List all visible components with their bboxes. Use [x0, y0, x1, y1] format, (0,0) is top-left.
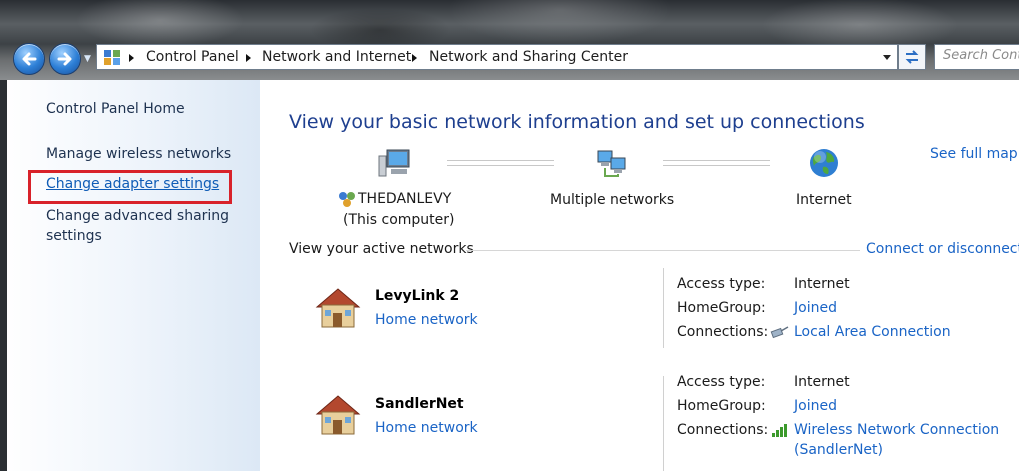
map-connector-line: [447, 160, 554, 166]
internet-label: Internet: [796, 192, 852, 208]
recent-pages-icon[interactable]: ▼: [84, 54, 91, 64]
breadcrumb-separator-icon[interactable]: [412, 54, 417, 62]
network-type-link[interactable]: Home network: [375, 420, 478, 436]
computer-icon: [378, 149, 410, 177]
network-name: LevyLink 2: [375, 288, 460, 304]
refresh-icon: [905, 50, 919, 64]
network-name: SandlerNet: [375, 396, 464, 412]
homegroup-joined-link[interactable]: Joined: [794, 398, 837, 414]
access-type-label: Access type:: [677, 374, 766, 390]
column-divider: [663, 268, 664, 348]
forward-arrow-icon: [57, 52, 72, 66]
computer-name: THEDANLEVY: [358, 191, 452, 207]
page-title: View your basic network information and …: [289, 111, 865, 133]
home-network-icon: [315, 395, 361, 435]
globe-icon: [810, 149, 838, 177]
ethernet-icon: [770, 326, 789, 339]
address-bar[interactable]: Control Panel Network and Internet Netwo…: [96, 44, 898, 70]
breadcrumb-separator-icon[interactable]: [129, 54, 134, 62]
connections-label: Connections:: [677, 324, 769, 340]
breadcrumb-network-sharing[interactable]: Network and Sharing Center: [429, 49, 628, 65]
home-network-icon: [315, 288, 361, 328]
active-networks-header: View your active networks: [289, 241, 474, 257]
sidebar-item-control-panel-home[interactable]: Control Panel Home: [46, 101, 185, 117]
back-button[interactable]: [13, 43, 45, 75]
wireless-connection-link[interactable]: Wireless Network Connection: [794, 422, 999, 438]
computer-subtitle: (This computer): [343, 212, 455, 228]
main-content: [260, 80, 1019, 471]
address-dropdown-icon[interactable]: [883, 55, 891, 60]
column-divider: [663, 376, 664, 471]
control-panel-icon: [104, 50, 120, 65]
breadcrumb-control-panel[interactable]: Control Panel: [146, 49, 239, 65]
search-input[interactable]: Search Cont: [934, 44, 1019, 70]
homegroup-label: HomeGroup:: [677, 398, 766, 414]
local-area-connection-link[interactable]: Local Area Connection: [794, 324, 951, 340]
multiple-networks-label: Multiple networks: [550, 192, 675, 208]
back-arrow-icon: [22, 52, 37, 66]
sidebar-item-advanced-sharing[interactable]: Change advanced sharing settings: [46, 206, 236, 246]
multiple-networks-icon: [597, 150, 626, 177]
wireless-connection-ssid-link[interactable]: (SandlerNet): [794, 442, 883, 458]
refresh-button[interactable]: [898, 44, 926, 70]
network-type-link[interactable]: Home network: [375, 312, 478, 328]
map-connector-line: [663, 160, 770, 166]
connections-label: Connections:: [677, 422, 769, 438]
access-type-value: Internet: [794, 276, 850, 292]
homegroup-icon: [339, 192, 355, 207]
homegroup-joined-link[interactable]: Joined: [794, 300, 837, 316]
breadcrumb-separator-icon[interactable]: [246, 54, 251, 62]
forward-button[interactable]: [49, 43, 81, 75]
section-divider: [466, 250, 860, 251]
breadcrumb-network-internet[interactable]: Network and Internet: [262, 49, 411, 65]
homegroup-label: HomeGroup:: [677, 300, 766, 316]
access-type-value: Internet: [794, 374, 850, 390]
sidebar-item-manage-wireless[interactable]: Manage wireless networks: [46, 146, 231, 162]
connect-or-disconnect-link[interactable]: Connect or disconnect: [866, 241, 1019, 257]
highlight-box: [28, 170, 232, 204]
see-full-map-link[interactable]: See full map: [930, 146, 1018, 162]
task-pane: [0, 80, 260, 471]
access-type-label: Access type:: [677, 276, 766, 292]
wireless-signal-icon: [772, 424, 787, 437]
